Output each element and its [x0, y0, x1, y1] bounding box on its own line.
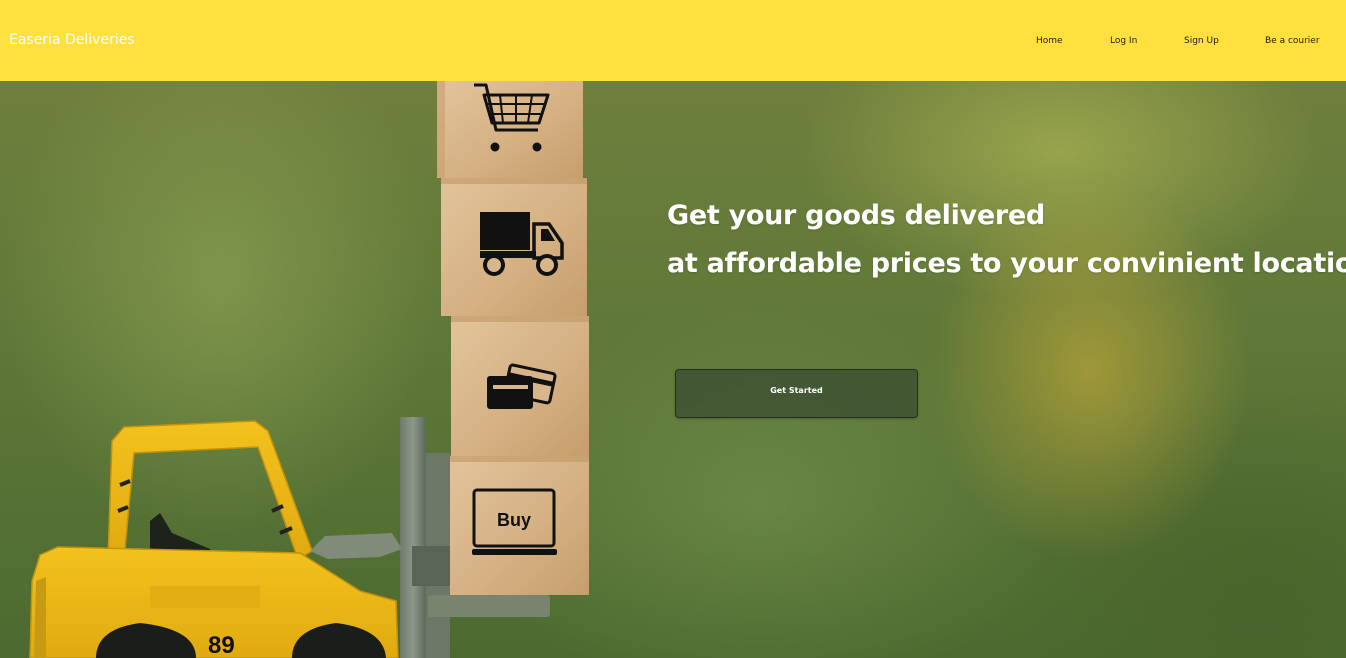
hero-headline: Get your goods delivered at affordable p…	[667, 192, 1346, 288]
nav-signup[interactable]: Sign Up	[1184, 36, 1219, 46]
nav-home[interactable]: Home	[1036, 36, 1063, 46]
forklift-number: 89	[208, 632, 235, 658]
block-buy: Buy	[450, 456, 589, 595]
nav-login[interactable]: Log In	[1110, 36, 1137, 46]
navbar: Easeria Deliveries Home Log In Sign Up B…	[0, 0, 1346, 81]
nav-links: Home Log In Sign Up Be a courier	[0, 36, 1346, 50]
nav-be-a-courier[interactable]: Be a courier	[1265, 36, 1320, 46]
block-cart	[437, 81, 583, 178]
block-cards	[451, 316, 589, 456]
headline-line-1: Get your goods delivered	[667, 200, 1045, 231]
hero-image: Buy 89	[29, 81, 589, 658]
headline-line-2: at affordable prices to your convinient …	[667, 248, 1346, 279]
block-truck	[441, 178, 587, 316]
hero-section: Buy 89 Get your goods delivered at affor…	[0, 81, 1346, 658]
forklift-toy: 89	[29, 420, 402, 658]
buy-label: Buy	[497, 510, 531, 530]
get-started-label: Get Started	[770, 386, 823, 395]
get-started-button[interactable]: Get Started	[675, 369, 918, 418]
